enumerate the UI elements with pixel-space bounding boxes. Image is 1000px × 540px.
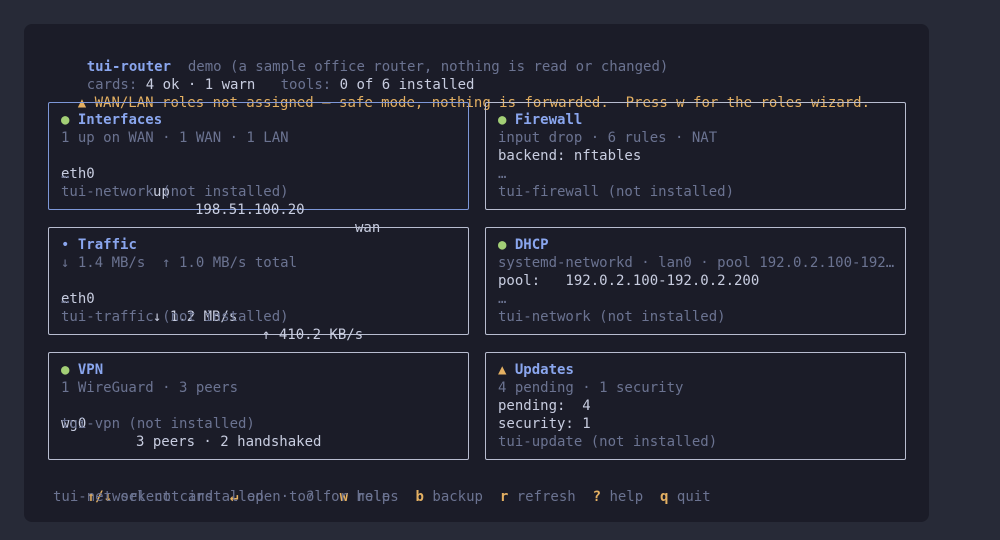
terminal-window: tui-router demo (a sample office router,… <box>24 24 929 522</box>
card-interfaces[interactable]: ● Interfaces 1 up on WAN · 1 WAN · 1 LAN… <box>48 102 469 236</box>
header-stats-line: cards: 4 ok · 1 warn tools: 0 of 6 insta… <box>53 58 475 93</box>
card-summary: 4 pending · 1 security <box>498 380 684 396</box>
card-summary: ↓ 1.4 MB/s ↑ 1.0 MB/s total <box>61 255 298 271</box>
status-ok-icon: ● <box>61 112 70 128</box>
key-quit[interactable]: q quit <box>660 489 711 505</box>
card-more: … <box>61 166 70 182</box>
card-tool-status: tui-update (not installed) <box>498 434 718 450</box>
key-backup[interactable]: b backup <box>416 489 483 505</box>
card-firewall[interactable]: ● Firewall input drop · 6 rules · NAT ba… <box>485 102 906 210</box>
updates-security: security: 1 <box>498 416 591 432</box>
dhcp-pool: pool: 192.0.2.100-192.0.2.200 <box>498 273 760 289</box>
card-title: VPN <box>77 362 104 378</box>
card-tool-status: tui-traffic (not installed) <box>61 309 289 325</box>
key-refresh[interactable]: r refresh <box>500 489 576 505</box>
header-title-line: tui-router demo (a sample office router,… <box>53 40 669 75</box>
card-title: Traffic <box>77 237 137 253</box>
card-title-line: ● VPN <box>61 361 103 379</box>
card-summary: 1 up on WAN · 1 WAN · 1 LAN <box>61 130 289 146</box>
card-traffic[interactable]: • Traffic ↓ 1.4 MB/s ↑ 1.0 MB/s total et… <box>48 227 469 343</box>
status-ok-icon: ● <box>498 237 507 253</box>
traffic-row: eth0 ↓ 1.2 MB/s ↑ 410.2 KB/s <box>61 272 456 343</box>
card-tool-status: tui-network (not installed) <box>61 184 289 200</box>
card-summary: systemd-networkd · lan0 · pool 192.0.2.1… <box>498 255 895 271</box>
card-title-line: ● Firewall <box>498 111 582 129</box>
firewall-backend: backend: nftables <box>498 148 642 164</box>
interface-row: eth0 up 198.51.100.20 wan <box>61 147 456 236</box>
safe-mode-warning: ▲ WAN/LAN roles not assigned — safe mode… <box>44 76 870 111</box>
card-vpn[interactable]: ● VPN 1 WireGuard · 3 peers wg0 3 peers … <box>48 352 469 460</box>
card-title-line: • Traffic <box>61 236 137 254</box>
card-tool-status: tui-vpn (not installed) <box>61 416 255 432</box>
card-tool-status: tui-firewall (not installed) <box>498 184 735 200</box>
card-summary: input drop · 6 rules · NAT <box>498 130 718 146</box>
card-title: Updates <box>514 362 574 378</box>
vpn-row: wg0 3 peers · 2 handshaked <box>61 397 456 450</box>
interface-address: 198.51.100.20 <box>195 202 305 218</box>
card-title: Interfaces <box>77 112 163 128</box>
vpn-peers-info: 3 peers · 2 handshaked <box>136 434 322 450</box>
card-updates[interactable]: ▲ Updates 4 pending · 1 security pending… <box>485 352 906 460</box>
status-line: tui-network not installed · ? for help <box>53 489 391 505</box>
keybinding-bar: ↑/↓ select card ↵ open tool w roles b ba… <box>53 470 711 505</box>
card-dhcp[interactable]: ● DHCP systemd-networkd · lan0 · pool 19… <box>485 227 906 335</box>
status-warn-icon: ▲ <box>498 362 507 378</box>
card-title-line: ▲ Updates <box>498 361 574 379</box>
card-summary: 1 WireGuard · 3 peers <box>61 380 239 396</box>
card-tool-status: tui-network (not installed) <box>498 309 726 325</box>
card-more: … <box>498 291 507 307</box>
traffic-up: ↑ 410.2 KB/s <box>262 327 364 343</box>
card-title: Firewall <box>514 112 583 128</box>
status-dot-icon: • <box>61 237 70 253</box>
status-ok-icon: ● <box>498 112 507 128</box>
updates-pending: pending: 4 <box>498 398 591 414</box>
card-title-line: ● DHCP <box>498 236 549 254</box>
card-title: DHCP <box>514 237 549 253</box>
card-title-line: ● Interfaces <box>61 111 162 129</box>
card-more: … <box>61 291 70 307</box>
status-ok-icon: ● <box>61 362 70 378</box>
key-help[interactable]: ? help <box>593 489 644 505</box>
card-more: … <box>498 166 507 182</box>
